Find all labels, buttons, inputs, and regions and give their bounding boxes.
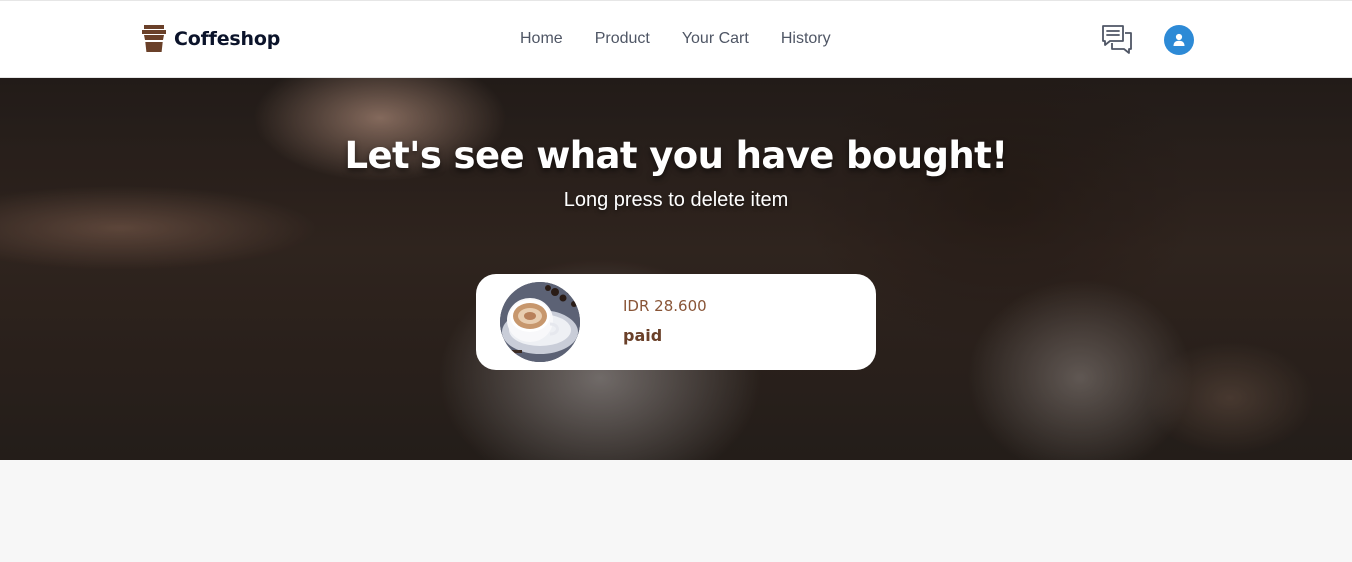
product-image	[500, 282, 580, 362]
brand-name: Coffeshop	[174, 28, 281, 50]
nav-history-link[interactable]: History	[781, 30, 831, 48]
page-title: Let's see what you have bought!	[344, 134, 1009, 177]
profile-avatar-button[interactable]	[1164, 25, 1194, 55]
item-price: IDR 28.600	[623, 297, 707, 315]
page-background-area	[0, 460, 1352, 562]
nav-cart-link[interactable]: Your Cart	[682, 30, 749, 48]
brand-logo[interactable]: Coffeshop	[141, 25, 280, 53]
user-icon	[1173, 33, 1185, 46]
top-navbar: Coffeshop Home Product Your Cart History	[0, 0, 1352, 78]
item-status: paid	[623, 326, 663, 345]
main-nav: Home Product Your Cart History	[520, 30, 863, 48]
hero-banner: Let's see what you have bought! Long pre…	[0, 78, 1352, 460]
nav-home-link[interactable]: Home	[520, 30, 563, 48]
cappuccino-image	[500, 282, 580, 362]
page-subtitle: Long press to delete item	[563, 189, 789, 211]
chat-icon[interactable]	[1101, 24, 1133, 56]
history-item-card[interactable]: IDR 28.600 paid	[476, 274, 876, 370]
nav-product-link[interactable]: Product	[595, 30, 650, 48]
coffee-cup-icon	[142, 25, 166, 52]
